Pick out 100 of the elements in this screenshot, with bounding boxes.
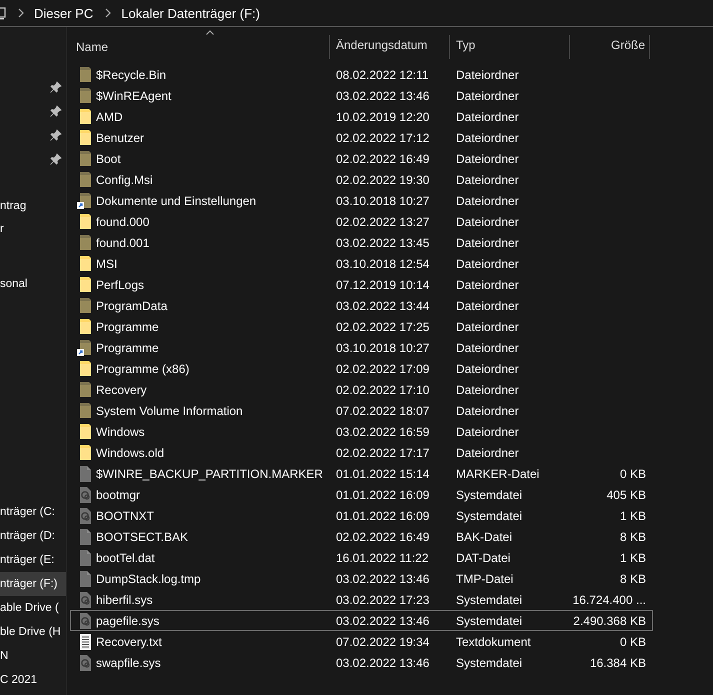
- file-name: found.001: [96, 236, 150, 250]
- file-row[interactable]: BOOTNXT 01.01.2022 16:09 Systemdatei 1 KB: [70, 505, 653, 526]
- file-name: Dokumente und Einstellungen: [96, 194, 256, 208]
- date-text: 02.02.2022 13:27: [336, 214, 430, 228]
- breadcrumb-item[interactable]: Dieser PC: [34, 6, 94, 20]
- date-text: 03.02.2022 13:46: [336, 88, 430, 102]
- type-text: BAK-Datei: [456, 530, 512, 544]
- size-text: 405 KB: [606, 488, 646, 502]
- file-row[interactable]: System Volume Information 07.02.2022 18:07 Dateiordner: [70, 400, 653, 421]
- type-text: Dateiordner: [456, 298, 519, 312]
- sidebar-item[interactable]: C 2021: [0, 674, 38, 686]
- file-row[interactable]: Recovery.txt 07.02.2022 19:34 Textdokument 0 KB: [70, 631, 653, 652]
- file-row[interactable]: Programme 03.10.2018 10:27 Dateiordner: [70, 337, 653, 358]
- date-text: 03.10.2018 10:27: [336, 194, 430, 208]
- type-text: Dateiordner: [456, 214, 519, 228]
- date-text: 08.02.2022 12:11: [336, 68, 429, 82]
- file-row[interactable]: $Recycle.Bin 08.02.2022 12:11 Dateiordner: [70, 64, 653, 85]
- date-text: 03.10.2018 10:27: [336, 340, 430, 354]
- breadcrumb-item[interactable]: Lokaler Datenträger (F:): [121, 6, 260, 20]
- sidebar-item[interactable]: r: [0, 222, 4, 234]
- date-text: 02.02.2022 19:30: [336, 172, 430, 186]
- file-name: BOOTSECT.BAK: [96, 530, 188, 544]
- file-name: hiberfil.sys: [96, 592, 153, 606]
- type-text: Dateiordner: [456, 194, 519, 208]
- date-text: 03.02.2022 13:44: [336, 298, 430, 312]
- date-text: 03.02.2022 13:46: [336, 572, 430, 586]
- date-text: 07.12.2019 10:14: [336, 278, 430, 292]
- file-row[interactable]: swapfile.sys 03.02.2022 13:46 Systemdatei 16.384 KB: [70, 652, 653, 673]
- sidebar-item[interactable]: nträger (D:: [0, 530, 55, 542]
- sidebar-item[interactable]: N: [0, 650, 8, 662]
- sidebar-item[interactable]: able Drive (: [0, 602, 59, 614]
- date-text: 02.02.2022 17:12: [336, 130, 430, 144]
- type-text: Dateiordner: [456, 256, 519, 270]
- file-name: ProgramData: [96, 298, 168, 312]
- date-text: 16.01.2022 11:22: [336, 550, 429, 564]
- date-text: 03.02.2022 13:46: [336, 614, 430, 628]
- file-row[interactable]: DumpStack.log.tmp 03.02.2022 13:46 TMP-Datei 8 KB: [70, 568, 653, 589]
- file-row[interactable]: Recovery 02.02.2022 17:10 Dateiordner: [70, 379, 653, 400]
- file-row[interactable]: Dokumente und Einstellungen 03.10.2018 10:27 Dateiordner: [70, 190, 653, 211]
- file-name: DumpStack.log.tmp: [96, 572, 201, 586]
- size-text: 16.724.400 ...: [572, 592, 646, 606]
- type-text: Dateiordner: [456, 340, 519, 354]
- file-row[interactable]: Windows 03.02.2022 16:59 Dateiordner: [70, 421, 653, 442]
- file-row[interactable]: Config.Msi 02.02.2022 19:30 Dateiordner: [70, 169, 653, 190]
- file-name: Boot: [96, 152, 121, 166]
- column-header[interactable]: Typ: [450, 35, 570, 59]
- file-row[interactable]: $WinREAgent 03.02.2022 13:46 Dateiordner: [70, 85, 653, 106]
- file-row[interactable]: hiberfil.sys 03.02.2022 17:23 Systemdatei 16.724.400 ...: [70, 589, 653, 610]
- file-row[interactable]: found.000 02.02.2022 13:27 Dateiordner: [70, 211, 653, 232]
- file-row[interactable]: Programme 02.02.2022 17:25 Dateiordner: [70, 316, 653, 337]
- type-text: DAT-Datei: [456, 550, 510, 564]
- date-text: 07.02.2022 19:34: [336, 634, 430, 648]
- size-text: 0 KB: [620, 466, 646, 480]
- file-row[interactable]: MSI 03.10.2018 12:54 Dateiordner: [70, 253, 653, 274]
- file-row[interactable]: AMD 10.02.2019 12:20 Dateiordner: [70, 106, 653, 127]
- file-name: Programme: [96, 340, 159, 354]
- file-row[interactable]: Programme (x86) 02.02.2022 17:09 Dateiordner: [70, 358, 653, 379]
- sidebar-item[interactable]: ble Drive (H: [0, 626, 61, 638]
- type-text: Systemdatei: [456, 508, 522, 522]
- type-text: Dateiordner: [456, 446, 519, 460]
- type-text: Dateiordner: [456, 320, 519, 334]
- sidebar-item[interactable]: nträger (E:: [0, 554, 54, 566]
- sidebar-item[interactable]: sonal: [0, 278, 28, 290]
- file-name: MSI: [96, 256, 118, 270]
- type-text: Dateiordner: [456, 68, 519, 82]
- file-row[interactable]: Windows.old 02.02.2022 17:17 Dateiordner: [70, 442, 653, 463]
- sidebar-item[interactable]: ntrag: [0, 200, 26, 212]
- file-row[interactable]: ProgramData 03.02.2022 13:44 Dateiordner: [70, 295, 653, 316]
- file-name: pagefile.sys: [96, 614, 160, 628]
- sort-caret-icon: [206, 30, 214, 35]
- size-text: 8 KB: [620, 572, 646, 586]
- type-text: Textdokument: [456, 634, 531, 648]
- column-header[interactable]: Größe: [570, 35, 650, 59]
- file-row[interactable]: found.001 03.02.2022 13:45 Dateiordner: [70, 232, 653, 253]
- type-text: Dateiordner: [456, 236, 519, 250]
- type-text: Dateiordner: [456, 362, 519, 376]
- file-row[interactable]: Boot 02.02.2022 16:49 Dateiordner: [70, 148, 653, 169]
- file-name: BOOTNXT: [96, 508, 154, 522]
- file-row[interactable]: Benutzer 02.02.2022 17:12 Dateiordner: [70, 127, 653, 148]
- date-text: 02.02.2022 17:10: [336, 382, 430, 396]
- size-text: 0 KB: [620, 634, 646, 648]
- file-row[interactable]: bootmgr 01.01.2022 16:09 Systemdatei 405 KB: [70, 484, 653, 505]
- file-row[interactable]: bootTel.dat 16.01.2022 11:22 DAT-Datei 1 KB: [70, 547, 653, 568]
- date-text: 02.02.2022 17:17: [336, 446, 430, 460]
- date-text: 01.01.2022 16:09: [336, 488, 430, 502]
- file-row[interactable]: BOOTSECT.BAK 02.02.2022 16:49 BAK-Datei 8 KB: [70, 526, 653, 547]
- file-name: System Volume Information: [96, 404, 243, 418]
- file-row[interactable]: PerfLogs 07.12.2019 10:14 Dateiordner: [70, 274, 653, 295]
- file-name: $WinREAgent: [96, 88, 172, 102]
- column-header[interactable]: Name: [70, 35, 330, 59]
- date-text: 10.02.2019 12:20: [336, 110, 430, 124]
- sidebar-item[interactable]: nträger (C:: [0, 506, 55, 518]
- file-row[interactable]: $WINRE_BACKUP_PARTITION.MARKER 01.01.2022 15:14 MARKER-Datei 0 KB: [70, 463, 653, 484]
- file-name: Recovery.txt: [96, 634, 162, 648]
- date-text: 07.02.2022 18:07: [336, 404, 430, 418]
- date-text: 02.02.2022 16:49: [336, 530, 430, 544]
- size-text: 8 KB: [620, 530, 646, 544]
- file-row[interactable]: pagefile.sys 03.02.2022 13:46 Systemdatei 2.490.368 KB: [70, 610, 653, 631]
- column-header[interactable]: Änderungsdatum: [330, 35, 450, 59]
- type-text: Dateiordner: [456, 424, 519, 438]
